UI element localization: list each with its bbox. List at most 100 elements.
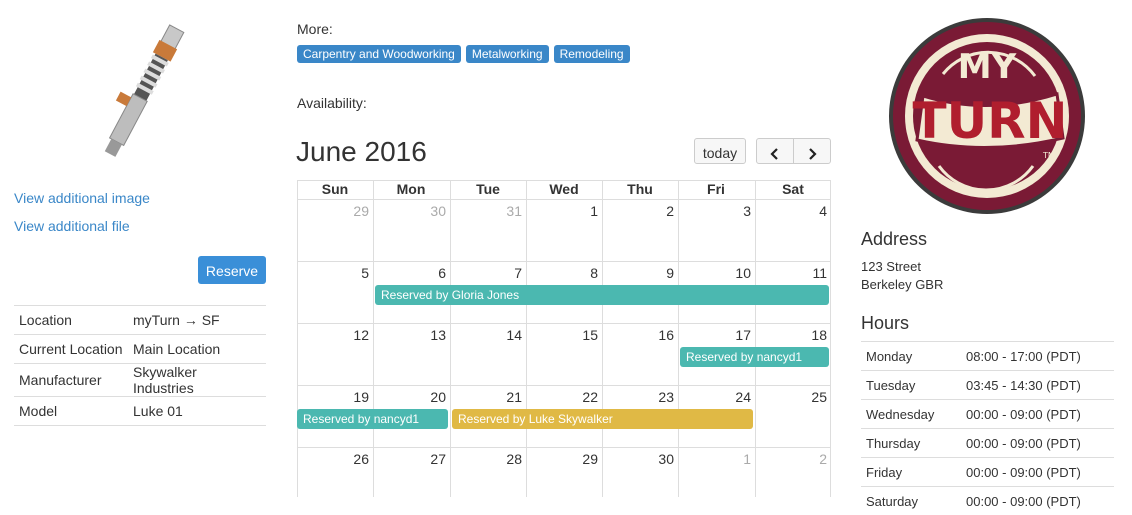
day-header-sun: Sun — [297, 180, 373, 199]
grid-line — [297, 261, 831, 262]
day-number[interactable]: 1 — [681, 451, 751, 467]
hours-day: Saturday — [861, 487, 961, 515]
table-row: Monday08:00 - 17:00 (PDT) — [861, 342, 1114, 371]
prop-value: Main Location — [128, 335, 266, 364]
day-header-sat: Sat — [755, 180, 831, 199]
table-row: Thursday00:00 - 09:00 (PDT) — [861, 429, 1114, 458]
prop-key: Location — [14, 306, 128, 335]
prop-value: myTurn → SF — [128, 306, 266, 335]
day-number[interactable]: 6 — [376, 265, 446, 281]
day-number[interactable]: 14 — [452, 327, 522, 343]
grid-line — [602, 180, 603, 497]
hours-time: 00:00 - 09:00 (PDT) — [961, 400, 1114, 429]
more-label: More: — [297, 21, 333, 37]
day-number[interactable]: 30 — [604, 451, 674, 467]
day-number[interactable]: 7 — [452, 265, 522, 281]
day-number[interactable]: 26 — [299, 451, 369, 467]
tag-carpentry[interactable]: Carpentry and Woodworking — [297, 45, 461, 63]
grid-line — [755, 180, 756, 497]
next-month-button[interactable] — [793, 138, 831, 164]
logo-text-main: TURN — [912, 92, 1067, 150]
logo-tm: TM — [1042, 151, 1055, 160]
day-number[interactable]: 16 — [604, 327, 674, 343]
calendar-title: June 2016 — [296, 136, 427, 168]
grid-line — [526, 180, 527, 497]
hours-time: 00:00 - 09:00 (PDT) — [961, 429, 1114, 458]
reserve-button[interactable]: Reserve — [198, 256, 266, 284]
day-number[interactable]: 21 — [452, 389, 522, 405]
day-number[interactable]: 25 — [757, 389, 827, 405]
day-header-thu: Thu — [602, 180, 678, 199]
grid-line — [678, 180, 679, 497]
day-header-fri: Fri — [678, 180, 754, 199]
table-row: ManufacturerSkywalker Industries — [14, 364, 266, 397]
day-number[interactable]: 2 — [757, 451, 827, 467]
day-number[interactable]: 17 — [681, 327, 751, 343]
day-number[interactable]: 11 — [757, 265, 827, 281]
grid-line — [297, 323, 831, 324]
prop-value: Luke 01 — [128, 397, 266, 426]
day-number[interactable]: 31 — [452, 203, 522, 219]
day-number[interactable]: 15 — [528, 327, 598, 343]
day-number[interactable]: 23 — [604, 389, 674, 405]
day-number[interactable]: 9 — [604, 265, 674, 281]
address-line: 123 Street — [861, 258, 943, 276]
address-heading: Address — [861, 229, 927, 250]
calendar-event[interactable]: Reserved by nancyd1 — [297, 409, 448, 429]
prop-key: Model — [14, 397, 128, 426]
item-image[interactable] — [62, 16, 222, 171]
day-number[interactable]: 30 — [376, 203, 446, 219]
day-number[interactable]: 18 — [757, 327, 827, 343]
day-number[interactable]: 8 — [528, 265, 598, 281]
myturn-logo: MY TURN TM — [887, 16, 1087, 216]
prev-month-button[interactable] — [756, 138, 794, 164]
table-row: Current LocationMain Location — [14, 335, 266, 364]
view-additional-file-link[interactable]: View additional file — [14, 218, 130, 234]
day-header-mon: Mon — [373, 180, 449, 199]
hours-day: Tuesday — [861, 371, 961, 400]
day-header-tue: Tue — [450, 180, 526, 199]
day-number[interactable]: 29 — [299, 203, 369, 219]
day-number[interactable]: 19 — [299, 389, 369, 405]
item-properties-table: LocationmyTurn → SF Current LocationMain… — [14, 305, 266, 426]
table-row: Friday00:00 - 09:00 (PDT) — [861, 458, 1114, 487]
day-number[interactable]: 2 — [604, 203, 674, 219]
day-number[interactable]: 12 — [299, 327, 369, 343]
day-number[interactable]: 5 — [299, 265, 369, 281]
day-number[interactable]: 4 — [757, 203, 827, 219]
day-number[interactable]: 28 — [452, 451, 522, 467]
address-block: 123 Street Berkeley GBR — [861, 258, 943, 294]
calendar-event[interactable]: Reserved by Luke Skywalker — [452, 409, 753, 429]
day-number[interactable]: 22 — [528, 389, 598, 405]
day-number[interactable]: 1 — [528, 203, 598, 219]
hours-time: 00:00 - 09:00 (PDT) — [961, 458, 1114, 487]
table-row: Saturday00:00 - 09:00 (PDT) — [861, 487, 1114, 515]
hours-day: Thursday — [861, 429, 961, 458]
day-number[interactable]: 24 — [681, 389, 751, 405]
hours-table: Monday08:00 - 17:00 (PDT) Tuesday03:45 -… — [861, 341, 1114, 515]
availability-label: Availability: — [297, 95, 367, 111]
hours-heading: Hours — [861, 313, 909, 334]
tag-metalworking[interactable]: Metalworking — [466, 45, 549, 63]
table-row: Wednesday00:00 - 09:00 (PDT) — [861, 400, 1114, 429]
day-number[interactable]: 13 — [376, 327, 446, 343]
table-row: LocationmyTurn → SF — [14, 306, 266, 335]
day-number[interactable]: 10 — [681, 265, 751, 281]
view-additional-image-link[interactable]: View additional image — [14, 190, 150, 206]
tag-list: Carpentry and Woodworking Metalworking Rem… — [297, 45, 635, 63]
calendar-event[interactable]: Reserved by nancyd1 — [680, 347, 829, 367]
day-number[interactable]: 20 — [376, 389, 446, 405]
chevron-right-icon — [807, 148, 817, 160]
calendar-event[interactable]: Reserved by Gloria Jones — [375, 285, 829, 305]
prop-key: Current Location — [14, 335, 128, 364]
day-number[interactable]: 29 — [528, 451, 598, 467]
prop-value: Skywalker Industries — [128, 364, 266, 397]
day-number[interactable]: 3 — [681, 203, 751, 219]
grid-line — [450, 180, 451, 497]
today-button[interactable]: today — [694, 138, 746, 164]
grid-line — [373, 180, 374, 497]
day-number[interactable]: 27 — [376, 451, 446, 467]
hours-day: Wednesday — [861, 400, 961, 429]
chevron-left-icon — [770, 148, 780, 160]
tag-remodeling[interactable]: Remodeling — [554, 45, 630, 63]
